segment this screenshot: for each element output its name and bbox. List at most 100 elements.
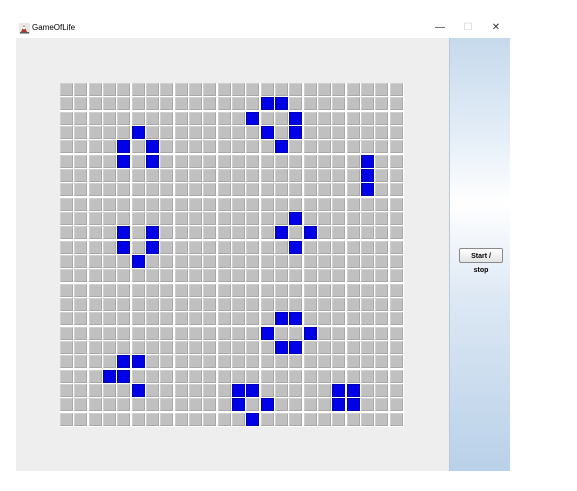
grid-cell-dead[interactable] [145,355,159,369]
grid-cell-dead[interactable] [360,240,374,254]
grid-cell-dead[interactable] [188,369,202,383]
grid-cell-dead[interactable] [188,97,202,111]
grid-cell-dead[interactable] [274,240,288,254]
grid-cell-dead[interactable] [375,125,389,139]
grid-cell-dead[interactable] [231,83,245,96]
grid-cell-dead[interactable] [303,125,317,139]
grid-cell-dead[interactable] [289,326,303,340]
grid-cell-dead[interactable] [102,111,116,125]
grid-cell-dead[interactable] [88,340,102,354]
grid-cell-dead[interactable] [188,297,202,311]
grid-cell-dead[interactable] [117,168,131,182]
grid-cell-dead[interactable] [274,197,288,211]
grid-cell-dead[interactable] [117,297,131,311]
grid-cell-dead[interactable] [332,269,346,283]
grid-cell-dead[interactable] [74,355,88,369]
grid-cell-dead[interactable] [317,125,331,139]
grid-cell-dead[interactable] [60,211,73,225]
grid-cell-dead[interactable] [217,111,231,125]
grid-cell-dead[interactable] [231,326,245,340]
grid-cell-dead[interactable] [88,197,102,211]
grid-cell-dead[interactable] [375,355,389,369]
grid-cell-dead[interactable] [217,183,231,197]
grid-cell-alive[interactable] [274,97,288,111]
grid-cell-dead[interactable] [231,412,245,426]
grid-cell-alive[interactable] [231,398,245,412]
grid-cell-dead[interactable] [246,283,260,297]
grid-cell-dead[interactable] [289,97,303,111]
grid-cell-dead[interactable] [375,240,389,254]
grid-cell-dead[interactable] [217,168,231,182]
grid-cell-dead[interactable] [74,168,88,182]
grid-cell-dead[interactable] [203,326,217,340]
grid-cell-dead[interactable] [260,383,274,397]
grid-cell-alive[interactable] [360,168,374,182]
grid-cell-alive[interactable] [260,398,274,412]
grid-cell-dead[interactable] [217,340,231,354]
grid-cell-alive[interactable] [360,154,374,168]
grid-cell-dead[interactable] [389,83,403,96]
grid-cell-dead[interactable] [246,154,260,168]
grid-cell-dead[interactable] [74,97,88,111]
grid-cell-dead[interactable] [389,269,403,283]
grid-cell-dead[interactable] [346,154,360,168]
grid-cell-dead[interactable] [217,240,231,254]
grid-cell-dead[interactable] [160,97,174,111]
grid-cell-dead[interactable] [360,254,374,268]
grid-cell-dead[interactable] [260,197,274,211]
grid-cell-dead[interactable] [274,154,288,168]
grid-cell-dead[interactable] [260,369,274,383]
grid-cell-dead[interactable] [160,125,174,139]
grid-cell-dead[interactable] [332,254,346,268]
grid-cell-dead[interactable] [74,125,88,139]
grid-cell-dead[interactable] [346,183,360,197]
grid-cell-dead[interactable] [203,340,217,354]
grid-cell-dead[interactable] [102,226,116,240]
grid-cell-dead[interactable] [217,297,231,311]
grid-cell-dead[interactable] [188,269,202,283]
title-bar[interactable]: GameOfLife — ☐ ✕ [0,18,509,38]
grid-cell-dead[interactable] [317,369,331,383]
grid-cell-dead[interactable] [217,269,231,283]
grid-cell-dead[interactable] [174,283,188,297]
grid-cell-dead[interactable] [203,412,217,426]
grid-cell-dead[interactable] [102,140,116,154]
grid-cell-dead[interactable] [117,283,131,297]
grid-cell-dead[interactable] [303,111,317,125]
grid-cell-dead[interactable] [160,111,174,125]
grid-cell-alive[interactable] [131,383,145,397]
grid-cell-dead[interactable] [231,269,245,283]
grid-cell-dead[interactable] [289,226,303,240]
grid-cell-dead[interactable] [303,254,317,268]
grid-cell-dead[interactable] [274,355,288,369]
grid-cell-dead[interactable] [231,111,245,125]
grid-cell-dead[interactable] [375,326,389,340]
grid-cell-dead[interactable] [160,211,174,225]
grid-cell-dead[interactable] [375,383,389,397]
grid-cell-dead[interactable] [260,154,274,168]
grid-cell-dead[interactable] [174,412,188,426]
grid-cell-dead[interactable] [217,154,231,168]
grid-cell-dead[interactable] [131,183,145,197]
grid-cell-dead[interactable] [260,211,274,225]
grid-cell-dead[interactable] [131,83,145,96]
grid-cell-dead[interactable] [346,297,360,311]
grid-cell-dead[interactable] [360,369,374,383]
grid-cell-alive[interactable] [303,226,317,240]
grid-cell-dead[interactable] [317,211,331,225]
grid-cell-dead[interactable] [289,140,303,154]
grid-cell-dead[interactable] [360,383,374,397]
grid-cell-dead[interactable] [217,125,231,139]
grid-cell-dead[interactable] [188,211,202,225]
grid-cell-dead[interactable] [360,111,374,125]
grid-cell-dead[interactable] [389,140,403,154]
grid-cell-dead[interactable] [332,369,346,383]
grid-cell-dead[interactable] [74,83,88,96]
grid-cell-dead[interactable] [389,254,403,268]
grid-cell-dead[interactable] [88,168,102,182]
grid-cell-dead[interactable] [346,412,360,426]
grid-cell-dead[interactable] [289,297,303,311]
grid-cell-dead[interactable] [346,326,360,340]
grid-cell-dead[interactable] [332,140,346,154]
grid-cell-dead[interactable] [332,154,346,168]
